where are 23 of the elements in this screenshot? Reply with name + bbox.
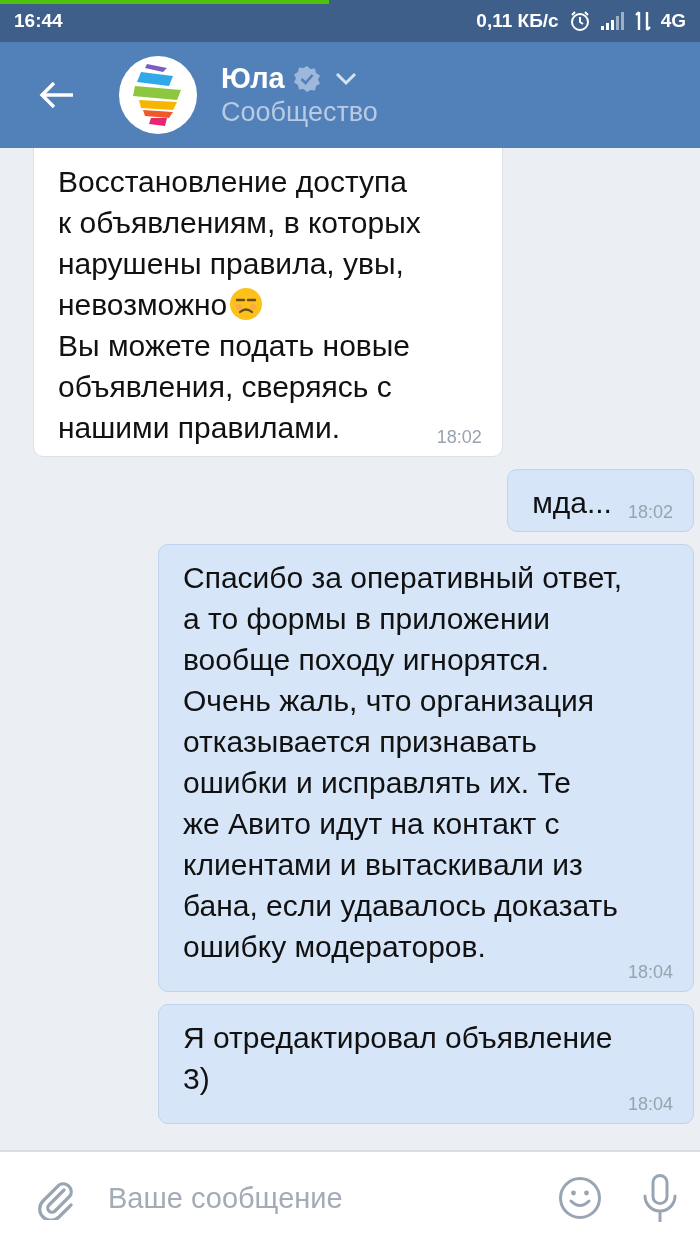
chevron-down-icon[interactable] [334, 71, 357, 86]
contact-name: Юла [221, 62, 285, 95]
contact-type: Сообщество [221, 97, 378, 128]
network-speed: 0,11 КБ/с [476, 10, 559, 32]
network-type: 4G [660, 10, 686, 32]
emoji-icon[interactable] [558, 1176, 602, 1220]
message-input[interactable]: Ваше сообщение [98, 1181, 538, 1215]
alarm-icon [568, 10, 591, 32]
clock: 16:44 [14, 10, 63, 32]
message-text: Я отредактировал объявление 3) [183, 1021, 613, 1095]
message-time: 18:04 [626, 961, 673, 983]
message-time: 18:04 [626, 1093, 673, 1115]
back-icon[interactable] [39, 80, 75, 110]
message-text: мда... [532, 486, 612, 519]
message-time: 18:02 [435, 426, 482, 448]
signal-icon [600, 12, 625, 30]
data-arrows-icon [634, 10, 651, 32]
message-text: невозможно [58, 288, 228, 321]
message-text: Спасибо за оперативный ответ, а то формы в приложении вообще походу игнорятся. Очень жаль, что организация отказывается признавать ошибки и исправлять их. Те же Авито идут на контакт с клиентами и вытаскивали из бана, если удавалось доказать ошибку модераторов. [183, 561, 623, 963]
microphone-icon[interactable] [642, 1174, 678, 1222]
logo-drawing [133, 64, 183, 126]
message-time: 18:02 [626, 501, 673, 523]
message-text: Вы можете подать новые объявления, сверяясь с нашими правилами. [58, 329, 410, 444]
